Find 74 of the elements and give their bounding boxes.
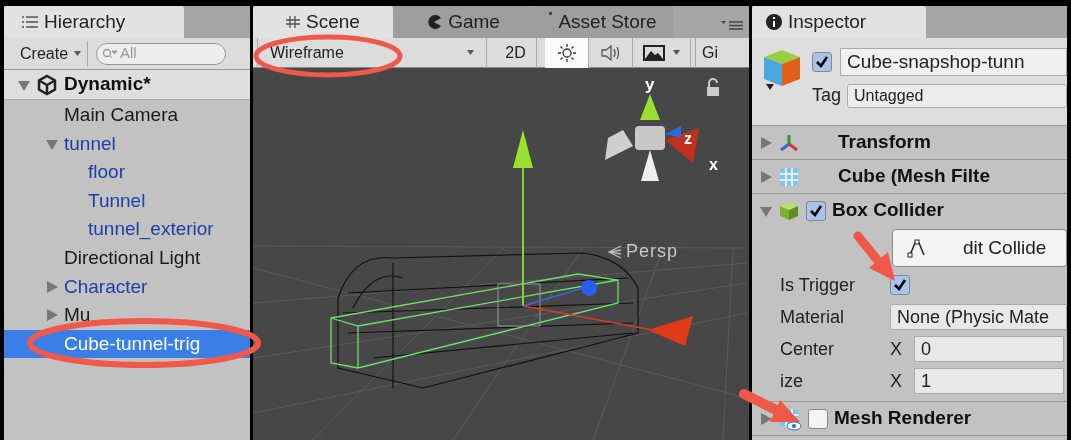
caret-icon	[467, 50, 474, 55]
collapsed-triangle-icon[interactable]	[760, 170, 772, 183]
scene-header[interactable]: Dynamic*	[4, 70, 250, 100]
field-label: ize	[780, 370, 803, 391]
axis-label: x	[709, 156, 718, 173]
field-label: Center	[780, 338, 835, 359]
list-icon	[22, 16, 38, 28]
search-field[interactable]: All	[96, 42, 227, 65]
cube-icon	[762, 48, 802, 92]
component-header[interactable]: Box Collider	[752, 194, 1067, 227]
hierarchy-item[interactable]: tunnel_exterior	[4, 215, 250, 244]
tag-label: Tag	[812, 84, 842, 107]
projection-label[interactable]: Persp	[626, 238, 679, 265]
checkbox[interactable]	[890, 275, 910, 295]
create-dropdown[interactable]: Create	[14, 40, 89, 67]
enabled-checkbox[interactable]	[806, 200, 826, 221]
search-icon	[102, 47, 119, 60]
annotation-arrow	[739, 389, 800, 422]
speaker-icon	[599, 43, 622, 62]
number-field[interactable]: 0	[914, 336, 1064, 362]
hierarchy-item[interactable]: Directional Light	[4, 243, 250, 273]
component-header[interactable]: Cube (Mesh Filte	[752, 160, 1067, 193]
tab-menu-icon[interactable]	[721, 18, 743, 30]
scene-tab[interactable]: Scene	[253, 6, 393, 38]
info-icon	[766, 14, 782, 30]
hierarchy-tab[interactable]: Hierarchy	[4, 6, 184, 38]
scene-tab[interactable]: Asset Store	[533, 6, 673, 38]
expanded-triangle-icon[interactable]	[46, 137, 58, 150]
cube-icon	[778, 199, 800, 222]
axis-label: X	[890, 369, 903, 393]
name-field[interactable]: Cube-snapshop-tunn	[840, 48, 1067, 76]
collapsed-triangle-icon[interactable]	[760, 136, 772, 149]
draw-mode-dropdown[interactable]: Wireframe	[257, 37, 487, 68]
tag-dropdown[interactable]: Untagged	[847, 83, 1067, 108]
lock-icon[interactable]	[707, 78, 719, 96]
caret-icon	[74, 51, 82, 56]
sun-icon	[557, 43, 576, 62]
collapsed-triangle-icon[interactable]	[46, 309, 58, 322]
search-input[interactable]: All	[120, 42, 211, 65]
inspector-tab[interactable]: Inspector	[752, 6, 926, 38]
perspective-icon	[608, 244, 622, 259]
pacman-icon	[426, 14, 443, 30]
hierarchy-item[interactable]: Character	[4, 272, 250, 302]
object-field[interactable]: None (Physic Mate	[890, 304, 1067, 330]
hierarchy-item[interactable]: Main Camera	[4, 101, 250, 130]
2d-toggle[interactable]: 2D	[495, 37, 537, 68]
component-header[interactable]: Transform	[752, 126, 1067, 159]
gizmos-dropdown[interactable]: Gi	[695, 37, 718, 68]
hierarchy-item[interactable]: floor	[4, 158, 250, 187]
expanded-triangle-icon[interactable]	[760, 204, 772, 217]
edit-collider-button[interactable]: dit Collide	[892, 229, 1067, 267]
collapsed-triangle-icon[interactable]	[46, 280, 58, 293]
axis-label: z	[684, 130, 692, 147]
image-icon	[643, 44, 665, 61]
active-checkbox[interactable]	[812, 52, 832, 72]
expanded-triangle-icon[interactable]	[18, 78, 30, 91]
lighting-toggle[interactable]	[545, 37, 589, 68]
grid-icon	[286, 16, 301, 28]
collapsed-triangle-icon[interactable]	[760, 412, 772, 425]
axis-label: y	[645, 75, 655, 94]
axis-label: X	[890, 337, 903, 361]
hierarchy-item[interactable]: Mu	[4, 301, 250, 330]
field-label: Is Trigger	[780, 274, 856, 295]
annotation-arrow	[853, 231, 895, 281]
scene-tab[interactable]: Game	[393, 6, 533, 38]
number-field[interactable]: 1	[914, 368, 1064, 394]
hierarchy-item[interactable]: Cube-tunnel-trig	[4, 329, 250, 359]
edit-shape-icon	[907, 238, 927, 258]
hierarchy-item[interactable]: Tunnel	[4, 186, 250, 216]
caret-icon	[673, 50, 680, 55]
grid-icon	[778, 165, 800, 188]
field-label: Material	[780, 306, 845, 327]
hierarchy-item[interactable]: tunnel	[4, 129, 250, 159]
enabled-checkbox[interactable]	[808, 408, 828, 429]
